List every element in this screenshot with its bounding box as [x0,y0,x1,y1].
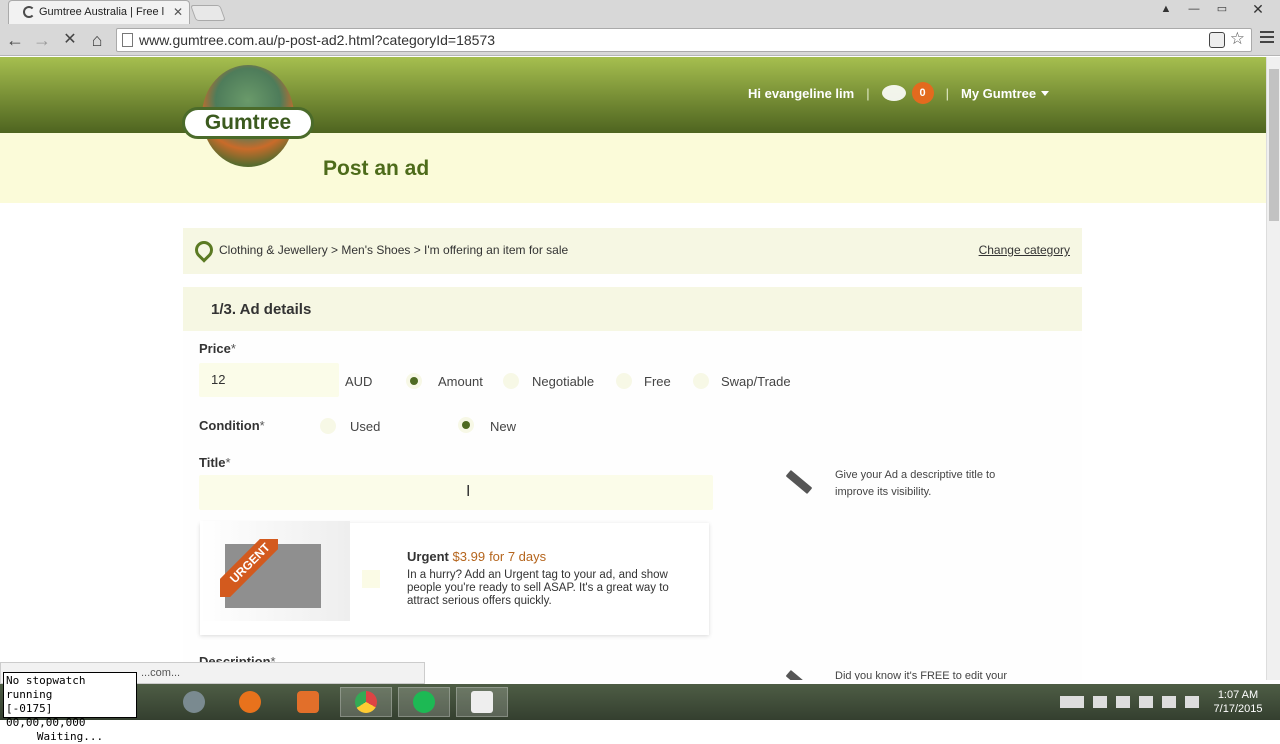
address-bar[interactable]: www.gumtree.com.au/p-post-ad2.html?categ… [116,28,1252,52]
price-free-radio[interactable] [616,373,632,389]
stopwatch-readout: [-0175] 00,00,00,000 [6,702,86,729]
title-label: Title* [199,455,231,470]
price-swap-radio[interactable] [693,373,709,389]
battery-icon[interactable] [1162,696,1176,708]
category-breadcrumb: Clothing & Jewellery > Men's Shoes > I'm… [183,228,1082,274]
section-title: 1/3. Ad details [211,301,312,318]
gumtree-logo[interactable]: Gumtree [182,65,314,169]
taskbar-spotify[interactable] [398,687,450,717]
urgent-title: Urgent $3.99 for 7 days [407,549,547,564]
flag-icon[interactable] [1116,696,1130,708]
condition-new-radio[interactable] [458,417,474,433]
bookmark-star-icon[interactable]: ☆ [1230,29,1245,49]
browser-toolbar: ← → ✕ ⌂ www.gumtree.com.au/p-post-ad2.ht… [0,26,1280,54]
user-icon[interactable]: ▲ [1152,0,1180,20]
price-negotiable-radio[interactable] [503,373,519,389]
chevron-down-icon[interactable] [1041,90,1050,96]
urgent-description: In a hurry? Add an Urgent tag to your ad… [407,569,669,607]
condition-label: Condition* [199,418,265,433]
ad-details-header: 1/3. Ad details [183,287,1082,331]
spotify-icon [413,691,435,713]
price-option-label: Negotiable [532,374,595,389]
clock-time: 1:07 AM [1217,689,1259,701]
stopwatch-overlay: No stopwatch running [-0175] 00,00,00,00… [3,672,137,743]
firefox-icon [239,691,261,713]
condition-option-label: New [490,419,517,434]
keyboard-icon[interactable] [1060,696,1084,708]
messages-count-badge[interactable]: 0 [911,82,934,104]
greeting: Hi evangeline lim [748,85,855,101]
urgent-price: $3.99 [452,549,486,564]
breadcrumb-path: Clothing & Jewellery > Men's Shoes > I'm… [219,243,569,257]
change-category-link[interactable]: Change category [979,243,1070,257]
xampp-icon [297,691,319,713]
title-tip: Give your Ad a descriptive title to impr… [835,469,996,498]
volume-icon[interactable] [1139,696,1153,708]
page-viewport: Gumtree Hi evangeline lim | 0 | My Gumtr… [0,57,1266,680]
condition-used-radio[interactable] [320,418,336,434]
window-controls: ▲ — ▭ ✕ [1152,0,1280,20]
system-tray: 1:07 AM 7/17/2015 [1060,684,1280,720]
my-gumtree-menu[interactable]: My Gumtree [961,86,1036,101]
folder-icon [471,691,493,713]
text-cursor-icon: I [466,483,471,500]
browser-tab[interactable]: Gumtree Australia | Free l ✕ [8,0,190,24]
urgent-duration: for 7 days [489,549,547,564]
page-scrollbar[interactable] [1266,57,1280,680]
description-tip: Did you know it's FREE to edit your [835,670,1008,680]
price-label: Price* [199,341,236,356]
browser-chrome: Gumtree Australia | Free l ✕ ▲ — ▭ ✕ ← →… [0,0,1280,56]
tab-title: Gumtree Australia | Free l [39,6,165,18]
clock-date: 7/17/2015 [1213,703,1263,715]
windows-taskbar: 1:07 AM 7/17/2015 [0,684,1280,720]
stopwatch-status: No stopwatch running [6,674,86,701]
chrome-icon [355,691,377,713]
forward-button[interactable]: → [31,29,53,51]
close-window-button[interactable]: ✕ [1236,0,1280,20]
price-option-label: Amount [438,374,483,389]
messages-icon[interactable] [881,85,906,101]
stop-button[interactable]: ✕ [59,29,81,51]
price-amount-radio[interactable] [406,373,422,389]
home-button[interactable]: ⌂ [86,29,108,51]
app-icon [183,691,205,713]
stopwatch-waiting: Waiting... [36,730,104,743]
urgent-upsell-card: URGENT Urgent $3.99 for 7 days In a hurry… [200,521,709,635]
tab-close-icon[interactable]: ✕ [173,5,183,19]
page-icon [122,33,133,47]
loading-spinner-icon [23,6,35,18]
urgent-image: URGENT [200,521,350,621]
taskbar-app[interactable] [168,687,220,717]
title-input[interactable] [199,475,713,510]
urgent-ribbon: URGENT [220,539,278,597]
new-tab-button[interactable] [190,5,226,21]
back-button[interactable]: ← [4,29,26,51]
logo-text: Gumtree [182,107,314,139]
minimize-button[interactable]: — [1180,0,1208,20]
taskbar-clock[interactable]: 1:07 AM 7/17/2015 [1208,688,1268,716]
price-option-label: Free [644,374,671,389]
price-option-label: Swap/Trade [721,374,791,389]
taskbar-firefox[interactable] [224,687,276,717]
location-pin-icon [191,237,217,263]
condition-option-label: Used [350,419,381,434]
scrollbar-thumb[interactable] [1269,69,1279,221]
extension-icon[interactable] [1209,32,1225,48]
urgent-checkbox[interactable] [362,570,380,588]
taskbar-explorer[interactable] [456,687,508,717]
windows-icon[interactable] [1093,696,1107,708]
taskbar-xampp[interactable] [282,687,334,717]
price-input[interactable]: 12 [199,363,339,397]
taskbar-chrome[interactable] [340,687,392,717]
url-text: www.gumtree.com.au/p-post-ad2.html?categ… [139,32,496,48]
currency-label: AUD [345,374,373,389]
nav-separator: | [866,85,870,101]
nav-separator: | [945,85,949,101]
network-icon[interactable] [1185,696,1199,708]
tab-strip: Gumtree Australia | Free l ✕ ▲ — ▭ ✕ [0,0,1280,24]
page-title: Post an ad [323,157,430,180]
browser-menu-icon[interactable] [1260,31,1274,47]
user-nav: Hi evangeline lim | 0 | My Gumtree [748,82,1050,104]
maximize-button[interactable]: ▭ [1208,0,1236,20]
